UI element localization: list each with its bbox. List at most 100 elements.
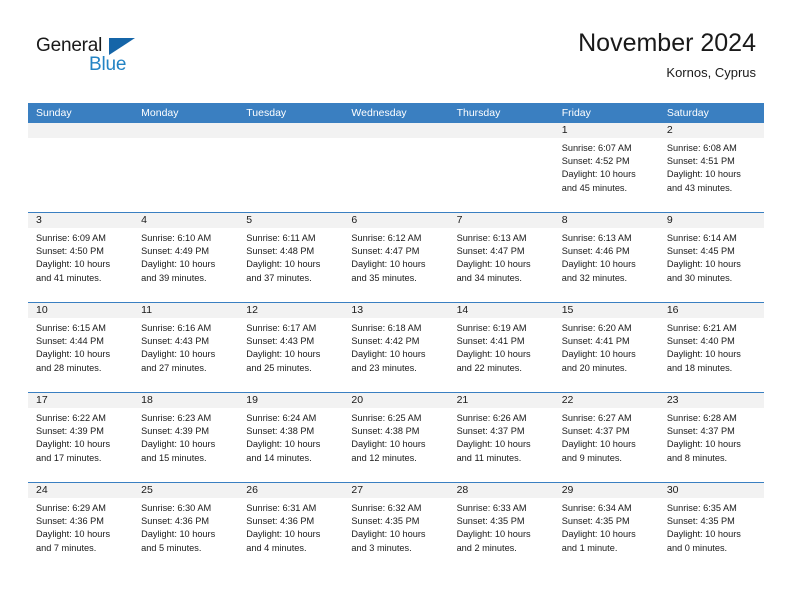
day-number[interactable]: 19 [238,393,343,408]
sunset-time: Sunset: 4:49 PM [141,246,210,257]
day-cell[interactable]: Sunrise: 6:31 AM Sunset: 4:36 PM Daylight:… [238,498,343,572]
day-cell[interactable]: Sunrise: 6:09 AM Sunset: 4:50 PM Daylight:… [28,228,133,302]
sunset-time: Sunset: 4:39 PM [141,426,210,437]
day-number[interactable]: 4 [133,213,238,228]
sunrise-time: Sunrise: 6:23 AM [141,413,212,423]
day-number[interactable]: 3 [28,213,133,228]
logo-text-general: General [36,35,103,56]
daylight-duration-line1: Daylight: 10 hours [351,349,426,360]
day-cell[interactable]: Sunrise: 6:13 AM Sunset: 4:47 PM Daylight:… [449,228,554,302]
day-number-empty [343,123,448,138]
day-number[interactable]: 12 [238,303,343,318]
day-number[interactable]: 9 [659,213,764,228]
calendar-grid: Sunday Monday Tuesday Wednesday Thursday… [28,103,764,572]
day-number[interactable]: 2 [659,123,764,138]
day-cell[interactable]: Sunrise: 6:22 AM Sunset: 4:39 PM Daylight:… [28,408,133,482]
daylight-duration-line1: Daylight: 10 hours [456,259,531,270]
day-number[interactable]: 20 [343,393,448,408]
day-cell[interactable]: Sunrise: 6:27 AM Sunset: 4:37 PM Daylight:… [554,408,659,482]
sunrise-time: Sunrise: 6:21 AM [666,323,737,333]
sunrise-time: Sunrise: 6:18 AM [351,323,422,333]
daylight-duration-line2: and 4 minutes. [246,542,307,553]
daylight-duration-line1: Daylight: 10 hours [561,169,636,180]
logo-triangle-icon [109,38,135,55]
day-cell[interactable]: Sunrise: 6:29 AM Sunset: 4:36 PM Daylight:… [28,498,133,572]
day-cell[interactable]: Sunrise: 6:26 AM Sunset: 4:37 PM Daylight:… [449,408,554,482]
day-number[interactable]: 10 [28,303,133,318]
week-date-number-band: 12 [28,123,764,138]
day-number[interactable]: 8 [554,213,659,228]
sunrise-time: Sunrise: 6:11 AM [246,233,316,243]
day-cell[interactable]: Sunrise: 6:08 AM Sunset: 4:51 PM Daylight:… [659,138,764,212]
day-number[interactable]: 21 [449,393,554,408]
day-number[interactable]: 1 [554,123,659,138]
sunrise-time: Sunrise: 6:34 AM [561,503,632,513]
day-cell[interactable]: Sunrise: 6:28 AM Sunset: 4:37 PM Daylight:… [659,408,764,482]
day-cell[interactable]: Sunrise: 6:15 AM Sunset: 4:44 PM Daylight:… [28,318,133,392]
day-number[interactable]: 17 [28,393,133,408]
sunrise-time: Sunrise: 6:12 AM [351,233,422,243]
day-number[interactable]: 24 [28,483,133,498]
calendar-week-row: 24 25 26 27 28 29 30 Sunrise: 6:29 AM Sunset: 4:… [28,482,764,572]
day-number[interactable]: 6 [343,213,448,228]
day-number[interactable]: 14 [449,303,554,318]
week-content-row: Sunrise: 6:07 AM Sunset: 4:52 PM Daylight:… [28,138,764,212]
sunrise-time: Sunrise: 6:28 AM [666,413,737,423]
daylight-duration-line2: and 22 minutes. [456,362,522,373]
dow-header-tuesday: Tuesday [246,107,287,119]
dow-header-friday: Friday [561,107,591,119]
daylight-duration-line1: Daylight: 10 hours [141,349,216,360]
day-cell[interactable]: Sunrise: 6:07 AM Sunset: 4:52 PM Daylight:… [554,138,659,212]
sunset-time: Sunset: 4:43 PM [246,336,315,347]
daylight-duration-line1: Daylight: 10 hours [141,439,216,450]
daylight-duration-line1: Daylight: 10 hours [246,529,321,540]
day-number[interactable]: 13 [343,303,448,318]
day-number[interactable]: 7 [449,213,554,228]
logo-text-blue: Blue [89,54,127,75]
day-number[interactable]: 18 [133,393,238,408]
sunset-time: Sunset: 4:41 PM [456,336,525,347]
daylight-duration-line1: Daylight: 10 hours [36,349,111,360]
day-cell[interactable]: Sunrise: 6:25 AM Sunset: 4:38 PM Daylight:… [343,408,448,482]
day-number[interactable]: 15 [554,303,659,318]
day-cell-empty [133,138,239,212]
calendar-week-row: 1 2 Sunrise: 6:07 AM Sunset: 4:52 PM Dayligh… [28,123,764,212]
sunset-time: Sunset: 4:45 PM [666,246,735,257]
day-cell[interactable]: Sunrise: 6:12 AM Sunset: 4:47 PM Daylight:… [343,228,448,302]
general-blue-logo[interactable]: General Blue [36,36,236,84]
day-cell[interactable]: Sunrise: 6:32 AM Sunset: 4:35 PM Daylight:… [343,498,448,572]
day-number[interactable]: 5 [238,213,343,228]
day-number[interactable]: 16 [659,303,764,318]
day-cell[interactable]: Sunrise: 6:11 AM Sunset: 4:48 PM Daylight:… [238,228,343,302]
day-cell[interactable]: Sunrise: 6:19 AM Sunset: 4:41 PM Daylight:… [449,318,554,392]
day-cell[interactable]: Sunrise: 6:16 AM Sunset: 4:43 PM Daylight:… [133,318,238,392]
day-number[interactable]: 27 [343,483,448,498]
sunrise-time: Sunrise: 6:35 AM [666,503,737,513]
day-cell[interactable]: Sunrise: 6:35 AM Sunset: 4:35 PM Daylight:… [659,498,764,572]
day-number[interactable]: 22 [554,393,659,408]
day-number[interactable]: 30 [659,483,764,498]
day-cell[interactable]: Sunrise: 6:17 AM Sunset: 4:43 PM Daylight:… [238,318,343,392]
sunset-time: Sunset: 4:35 PM [456,516,525,527]
day-cell[interactable]: Sunrise: 6:34 AM Sunset: 4:35 PM Daylight:… [554,498,659,572]
day-cell[interactable]: Sunrise: 6:23 AM Sunset: 4:39 PM Daylight:… [133,408,238,482]
sunrise-time: Sunrise: 6:24 AM [246,413,317,423]
day-number[interactable]: 11 [133,303,238,318]
day-number[interactable]: 28 [449,483,554,498]
day-cell[interactable]: Sunrise: 6:24 AM Sunset: 4:38 PM Daylight:… [238,408,343,482]
sunset-time: Sunset: 4:43 PM [141,336,210,347]
day-number[interactable]: 23 [659,393,764,408]
day-number[interactable]: 26 [238,483,343,498]
day-cell[interactable]: Sunrise: 6:18 AM Sunset: 4:42 PM Daylight:… [343,318,448,392]
day-number[interactable]: 29 [554,483,659,498]
day-cell[interactable]: Sunrise: 6:14 AM Sunset: 4:45 PM Daylight:… [659,228,764,302]
day-cell[interactable]: Sunrise: 6:21 AM Sunset: 4:40 PM Daylight:… [659,318,764,392]
day-number[interactable]: 25 [133,483,238,498]
day-cell[interactable]: Sunrise: 6:20 AM Sunset: 4:41 PM Daylight:… [554,318,659,392]
day-cell[interactable]: Sunrise: 6:30 AM Sunset: 4:36 PM Daylight:… [133,498,238,572]
sunset-time: Sunset: 4:35 PM [351,516,420,527]
day-cell[interactable]: Sunrise: 6:13 AM Sunset: 4:46 PM Daylight:… [554,228,659,302]
day-cell[interactable]: Sunrise: 6:33 AM Sunset: 4:35 PM Daylight:… [449,498,554,572]
sunset-time: Sunset: 4:37 PM [456,426,525,437]
day-cell[interactable]: Sunrise: 6:10 AM Sunset: 4:49 PM Daylight:… [133,228,238,302]
